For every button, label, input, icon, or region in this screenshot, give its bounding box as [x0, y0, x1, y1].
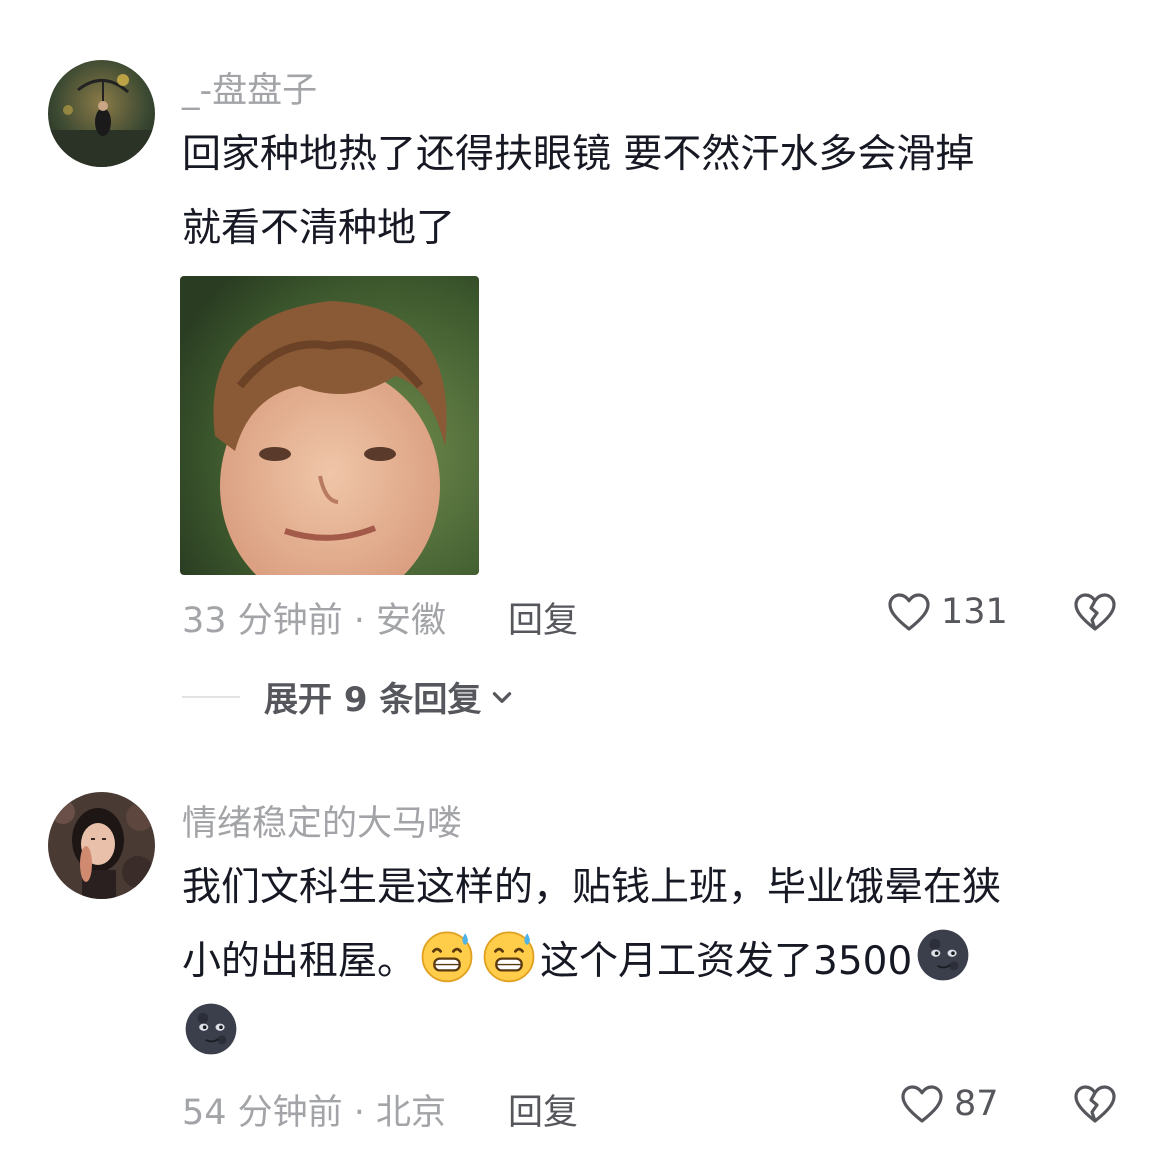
heart-icon	[901, 1085, 943, 1123]
comment-text-line	[182, 999, 1122, 1073]
comment-item: 情绪稳定的大马喽 我们文科生是这样的，贴钱上班，毕业饿晕在狭 小的出租屋。 这个…	[0, 0, 1170, 1154]
comment-text-segment: 这个月工资发了3500	[540, 939, 913, 984]
comment-text: 我们文科生是这样的，贴钱上班，毕业饿晕在狭 小的出租屋。 这个月工资发了3500	[182, 851, 1122, 1073]
comment-text-segment: 小的出租屋。	[182, 939, 417, 984]
broken-heart-icon[interactable]	[1071, 1080, 1119, 1128]
username[interactable]: 情绪稳定的大马喽	[182, 795, 462, 846]
like-button[interactable]: 87	[898, 1080, 999, 1128]
comment-time-location: 54 分钟前 · 北京	[182, 1093, 447, 1133]
reply-button[interactable]: 回复	[508, 1084, 578, 1135]
comment-text-line: 我们文科生是这样的，贴钱上班，毕业饿晕在狭	[182, 865, 1002, 910]
avatar[interactable]	[48, 792, 155, 899]
comment-text-line: 小的出租屋。 这个月工资发了3500	[182, 925, 1122, 999]
sweat-grin-emoji	[421, 931, 473, 983]
dark-moon-face-emoji	[917, 929, 969, 981]
sweat-grin-emoji	[483, 931, 535, 983]
dark-moon-face-emoji	[185, 1003, 237, 1055]
like-count: 87	[954, 1084, 999, 1124]
